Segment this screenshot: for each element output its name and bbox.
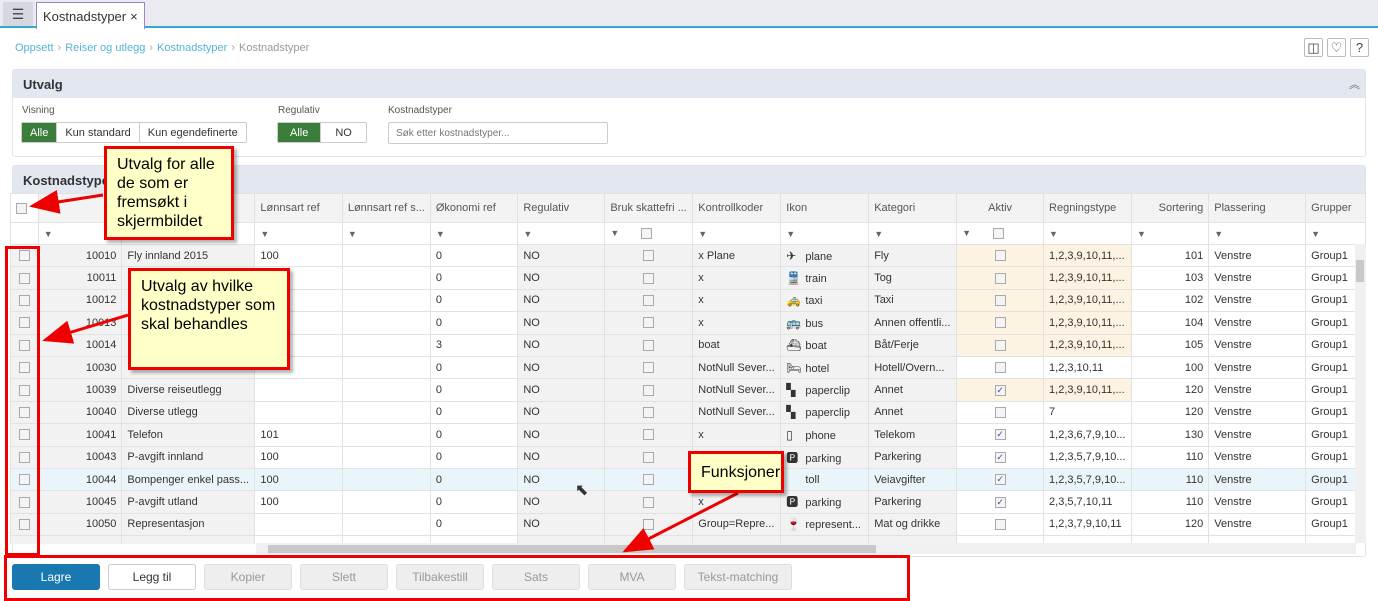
arrow-select-all [29,190,104,214]
mouse-cursor-icon: ⬉ [575,482,589,499]
callout-functions: Funksjoner [688,451,784,493]
arrow-select-rows [42,313,129,344]
callout-select-all: Utvalg for alle de som er fremsøkt i skj… [104,146,234,240]
arrow-functions [622,491,739,553]
callout-select-rows: Utvalg av hvilke kostnadstyper som skal … [128,268,290,370]
